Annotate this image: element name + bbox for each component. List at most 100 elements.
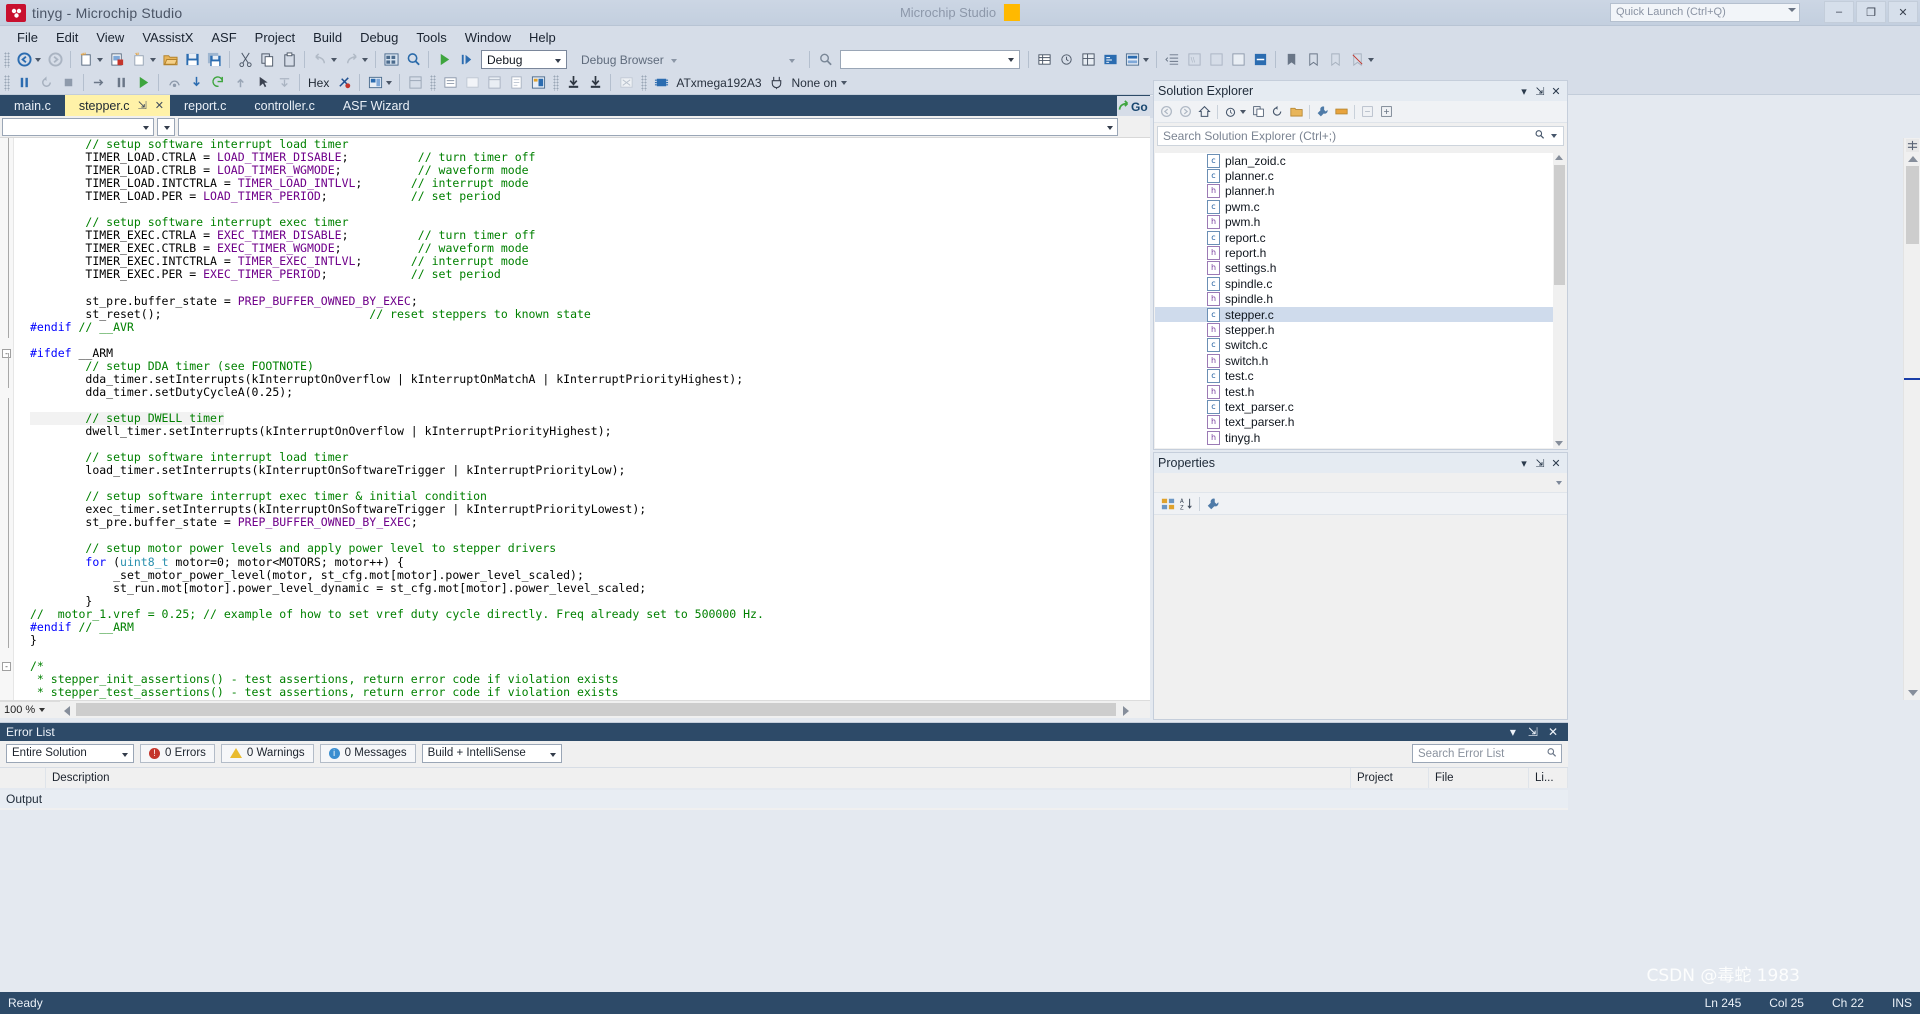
chevron-down-icon-3[interactable]: [789, 59, 795, 63]
solution-explorer-file-planner-c[interactable]: c planner.c: [1155, 168, 1553, 184]
column-project[interactable]: Project: [1351, 767, 1429, 788]
save-icon[interactable]: [181, 50, 203, 70]
chevron-down-icon[interactable]: [549, 752, 556, 757]
next-bookmark-icon[interactable]: [1302, 50, 1324, 70]
solution-explorer-file-switch-h[interactable]: h switch.h: [1155, 353, 1553, 368]
step-out-icon[interactable]: [229, 73, 251, 93]
fold-toggle-icon[interactable]: -: [2, 662, 11, 671]
navigate-back-caret-icon[interactable]: [35, 57, 41, 62]
disassembly-icon[interactable]: [1099, 50, 1121, 70]
scope-combo[interactable]: [2, 117, 154, 136]
properties-grid[interactable]: [1155, 519, 1566, 718]
editor-vertical-scrollbar[interactable]: [1903, 138, 1920, 700]
properties-page-icon[interactable]: [1203, 495, 1222, 513]
asf-doc-icon[interactable]: [505, 73, 527, 93]
code-line[interactable]: dda_timer.setDutyCycleA(0.25);: [30, 385, 764, 399]
new-project-icon[interactable]: [75, 50, 97, 70]
chevron-down-icon[interactable]: [1556, 481, 1562, 485]
solution-explorer-file-planner-h[interactable]: h planner.h: [1155, 184, 1553, 199]
copy-icon[interactable]: [256, 50, 278, 70]
se-show-all-files-icon[interactable]: [1287, 103, 1306, 121]
chevron-down-icon[interactable]: [1107, 125, 1113, 130]
new-project-caret-icon[interactable]: [97, 57, 103, 62]
scroll-up-arrow-icon[interactable]: [1908, 156, 1918, 162]
save-all-icon[interactable]: [203, 50, 225, 70]
tab-controller-c[interactable]: controller.c: [240, 95, 328, 116]
se-pending-changes-icon[interactable]: [1221, 103, 1240, 121]
redo-icon[interactable]: [340, 50, 362, 70]
run-icon[interactable]: [132, 73, 154, 93]
tab-main-c[interactable]: main.c: [0, 95, 65, 116]
panel-pin-icon[interactable]: ⇲: [1533, 84, 1547, 98]
search-icon[interactable]: [1534, 129, 1545, 143]
close-button[interactable]: ✕: [1888, 1, 1918, 23]
search-chevron-icon[interactable]: [1008, 58, 1014, 62]
error-list-header[interactable]: Error List ▾ ⇲ ✕: [0, 723, 1568, 741]
code-line[interactable]: st_run.mot[motor].power_level_dynamic = …: [30, 581, 764, 595]
toolbar-search-input[interactable]: [840, 50, 1020, 69]
break-all-icon[interactable]: [13, 73, 35, 93]
tab-stepper-c[interactable]: stepper.c ⇲ ✕: [64, 95, 170, 116]
start-debugging-icon[interactable]: [433, 50, 455, 70]
member-combo[interactable]: [178, 117, 1118, 136]
reset-icon[interactable]: [273, 73, 295, 93]
pin-icon[interactable]: ⇲: [138, 99, 147, 112]
se-preview-icon[interactable]: [1332, 103, 1351, 121]
redo-caret-icon[interactable]: [362, 57, 368, 62]
code-line[interactable]: TIMER_LOAD.PER = LOAD_TIMER_PERIOD; // s…: [30, 190, 764, 203]
panel-close-icon[interactable]: ✕: [1549, 84, 1563, 98]
menu-view[interactable]: View: [87, 28, 133, 47]
new-item-icon[interactable]: [128, 50, 150, 70]
watch-icon[interactable]: [1055, 50, 1077, 70]
zoom-chevron-icon[interactable]: [39, 708, 46, 712]
step-out-return-icon[interactable]: [207, 73, 229, 93]
error-list-close-icon[interactable]: ✕: [1548, 725, 1558, 739]
scroll-down-arrow-icon[interactable]: [1908, 690, 1918, 696]
prev-bookmark-icon[interactable]: [1324, 50, 1346, 70]
programmer-toolbar-grip[interactable]: [553, 74, 560, 91]
error-list-filter-combo[interactable]: Build + IntelliSense: [421, 743, 562, 763]
tool-label[interactable]: None on: [788, 76, 841, 90]
menu-vassistx[interactable]: VAssistX: [133, 28, 202, 47]
solution-explorer-file-settings-h[interactable]: h settings.h: [1155, 261, 1553, 276]
menu-edit[interactable]: Edit: [47, 28, 87, 47]
add-existing-item-icon[interactable]: [106, 50, 128, 70]
warnings-toggle-button[interactable]: 0 Warnings: [220, 743, 314, 763]
menu-window[interactable]: Window: [456, 28, 520, 47]
toggle-outlining-icon[interactable]: [1249, 50, 1271, 70]
error-list-scope-combo[interactable]: Entire Solution: [6, 743, 134, 763]
search-icon[interactable]: [1546, 747, 1557, 761]
asf-build-icon[interactable]: [527, 73, 549, 93]
chevron-down-icon[interactable]: [555, 59, 561, 63]
disable-breakpoints-icon[interactable]: [333, 73, 355, 93]
menu-help[interactable]: Help: [520, 28, 565, 47]
window-layout-icon[interactable]: [364, 73, 386, 93]
window-layout-caret-icon[interactable]: [386, 80, 393, 85]
properties-pin-icon[interactable]: ⇲: [1533, 456, 1547, 470]
se-sync-icon[interactable]: [1249, 103, 1268, 121]
solution-explorer-header[interactable]: Solution Explorer ▾ ⇲ ✕: [1154, 81, 1567, 101]
column-icon[interactable]: [0, 767, 46, 788]
minimize-button[interactable]: –: [1824, 1, 1854, 23]
se-pending-caret-icon[interactable]: [1240, 109, 1246, 114]
new-item-caret-icon[interactable]: [150, 57, 156, 62]
bookmark-list-icon[interactable]: [1227, 50, 1249, 70]
menu-asf[interactable]: ASF: [202, 28, 245, 47]
se-properties-icon[interactable]: [1313, 103, 1332, 121]
se-scroll-down-arrow-icon[interactable]: [1555, 441, 1563, 446]
asf-explorer-icon[interactable]: [461, 73, 483, 93]
solution-explorer-file-tinyg-h[interactable]: h tinyg.h: [1155, 430, 1553, 445]
io-view-caret-icon[interactable]: [1143, 57, 1149, 62]
se-expand-icon[interactable]: [1377, 103, 1396, 121]
editor-hscroll-thumb[interactable]: [76, 703, 1116, 716]
toggle-bookmark-icon[interactable]: [1280, 50, 1302, 70]
comment-lines-icon[interactable]: \\: [1183, 50, 1205, 70]
debug-browser-combo[interactable]: Debug Browser: [575, 50, 683, 69]
menu-project[interactable]: Project: [246, 28, 304, 47]
solution-explorer-file-test-c[interactable]: c test.c: [1155, 368, 1553, 384]
io-view-icon[interactable]: [1121, 50, 1143, 70]
solution-layout-icon[interactable]: [380, 50, 402, 70]
paste-icon[interactable]: [278, 50, 300, 70]
fold-toggle-icon[interactable]: -: [2, 348, 11, 358]
se-scroll-thumb[interactable]: [1554, 165, 1565, 285]
